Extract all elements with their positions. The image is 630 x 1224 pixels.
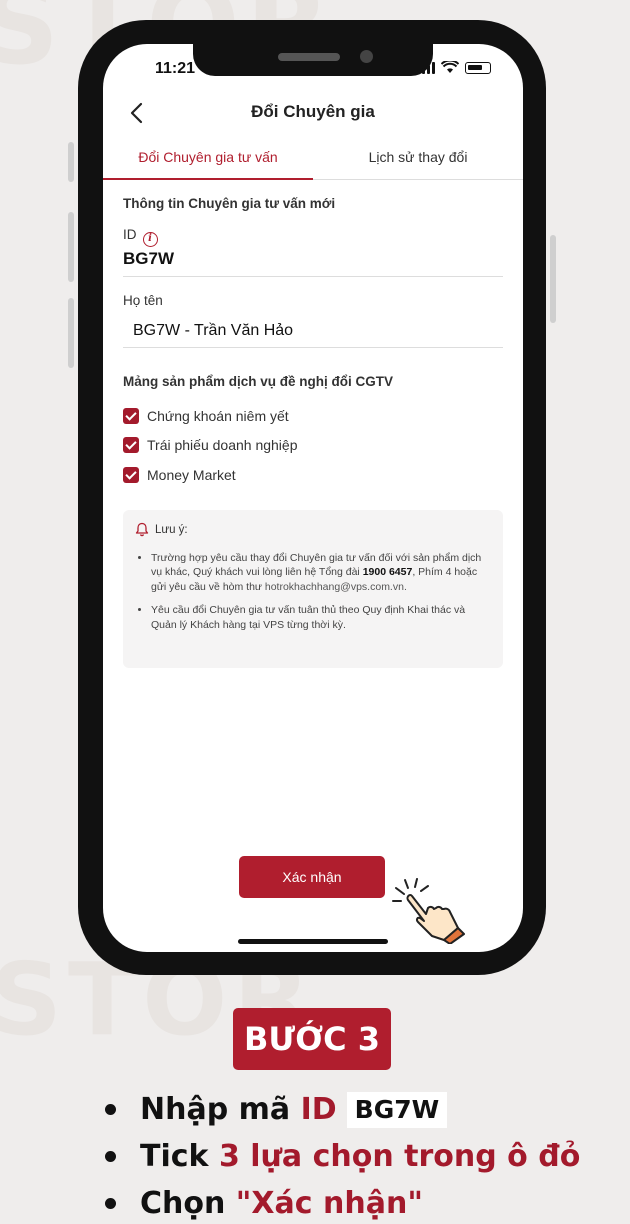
highlight-text: 3 lựa chọn trong ô đỏ	[218, 1139, 581, 1174]
note-item-contact: Trường hợp yêu cầu thay đổi Chuyên gia t…	[151, 551, 491, 594]
product-option-corporate-bonds[interactable]: Trái phiếu doanh nghiệp	[123, 437, 298, 453]
signal-icon	[417, 61, 435, 74]
bullet-icon	[105, 1198, 116, 1209]
product-label: Money Market	[147, 467, 236, 483]
tab-change-history[interactable]: Lịch sử thay đổi	[313, 144, 523, 179]
silent-switch	[68, 142, 74, 182]
phone-screen: 11:21 Đổi Chuyên gia Đổi Chuyên gia tư v…	[103, 44, 523, 952]
camera	[360, 50, 373, 63]
bullet-icon	[105, 1151, 116, 1162]
confirm-button[interactable]: Xác nhận	[239, 856, 385, 898]
hotline-number: 1900 6457	[362, 566, 413, 579]
note-title: Lưu ý:	[155, 523, 188, 536]
checkbox-checked-icon[interactable]	[123, 408, 139, 424]
highlight-text: "Xác nhận"	[235, 1186, 423, 1221]
name-field: BG7W - Trần Văn Hảo	[123, 322, 503, 348]
note-item-policy: Yêu cầu đổi Chuyên gia tư vấn tuân thủ t…	[151, 603, 491, 632]
note-header: Lưu ý:	[135, 522, 491, 537]
speaker	[278, 53, 340, 61]
checkbox-checked-icon[interactable]	[123, 437, 139, 453]
tab-bar: Đổi Chuyên gia tư vấn Lịch sử thay đổi	[103, 144, 523, 180]
id-label-row: ID i	[123, 227, 158, 247]
notch	[193, 44, 433, 76]
step-badge: BƯỚC 3	[233, 1008, 391, 1070]
app-header: Đổi Chuyên gia	[103, 96, 523, 132]
battery-icon	[465, 61, 491, 74]
id-input[interactable]: BG7W	[123, 249, 503, 277]
product-option-money-market[interactable]: Money Market	[123, 467, 236, 483]
note-list: Trường hợp yêu cầu thay đổi Chuyên gia t…	[135, 551, 491, 632]
instruction-list: Nhập mã ID BG7W Tick 3 lựa chọn trong ô …	[105, 1086, 580, 1224]
product-label: Chứng khoán niêm yết	[147, 408, 289, 424]
id-label: ID	[123, 227, 137, 242]
support-email-link[interactable]: hotrokhachhang@vps.com.vn.	[265, 581, 407, 593]
status-time: 11:21	[155, 60, 196, 77]
checkbox-checked-icon[interactable]	[123, 467, 139, 483]
instruction-enter-id: Nhập mã ID BG7W	[105, 1086, 580, 1133]
wifi-icon	[441, 61, 459, 73]
highlight-text: ID	[300, 1092, 337, 1127]
volume-down-button	[68, 298, 74, 368]
tap-hand-icon	[392, 878, 465, 944]
home-indicator	[238, 939, 388, 944]
bullet-icon	[105, 1104, 116, 1115]
name-label: Họ tên	[123, 293, 163, 308]
product-label: Trái phiếu doanh nghiệp	[147, 437, 298, 453]
bell-icon	[135, 522, 149, 537]
id-value-box: BG7W	[346, 1091, 448, 1128]
volume-up-button	[68, 212, 74, 282]
instruction-tick-options: Tick 3 lựa chọn trong ô đỏ	[105, 1133, 580, 1180]
status-icons	[417, 61, 491, 74]
product-option-listed-stocks[interactable]: Chứng khoán niêm yết	[123, 408, 289, 424]
page-title: Đổi Chuyên gia	[251, 102, 375, 121]
products-title: Mảng sản phẩm dịch vụ đề nghị đổi CGTV	[123, 374, 394, 389]
instruction-confirm: Chọn "Xác nhận"	[105, 1180, 580, 1224]
info-icon[interactable]: i	[142, 232, 158, 247]
note-box: Lưu ý: Trường hợp yêu cầu thay đổi Chuyê…	[123, 510, 503, 668]
tab-change-advisor[interactable]: Đổi Chuyên gia tư vấn	[103, 144, 313, 180]
section-title-new-advisor: Thông tin Chuyên gia tư vấn mới	[123, 196, 336, 211]
power-button	[550, 235, 556, 323]
